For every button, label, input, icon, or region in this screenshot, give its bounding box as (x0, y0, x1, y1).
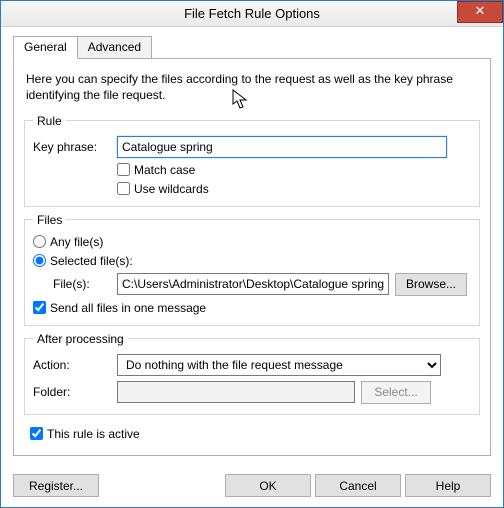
send-all-checkbox[interactable]: Send all files in one message (33, 301, 206, 315)
group-files-legend: Files (33, 213, 66, 227)
help-button[interactable]: Help (405, 474, 491, 497)
any-files-input[interactable] (33, 235, 46, 248)
close-icon: ✕ (475, 3, 486, 19)
ok-button[interactable]: OK (225, 474, 311, 497)
action-select[interactable]: Do nothing with the file request message (117, 354, 441, 376)
selected-files-input[interactable] (33, 254, 46, 267)
action-label: Action: (33, 358, 111, 372)
files-path-input[interactable] (117, 273, 389, 295)
selected-files-radio[interactable]: Selected file(s): (33, 254, 133, 268)
send-all-input[interactable] (33, 301, 46, 314)
rule-active-checkbox[interactable]: This rule is active (30, 427, 140, 441)
browse-button[interactable]: Browse... (395, 273, 467, 296)
button-spacer (103, 474, 221, 497)
key-phrase-label: Key phrase: (33, 140, 111, 154)
rule-active-input[interactable] (30, 427, 43, 440)
files-path-label: File(s): (53, 277, 111, 291)
group-rule: Rule Key phrase: Match case Use wildcard… (24, 114, 480, 207)
cancel-button[interactable]: Cancel (315, 474, 401, 497)
tab-advanced[interactable]: Advanced (77, 36, 152, 59)
match-case-input[interactable] (117, 163, 130, 176)
tab-panel-general: Here you can specify the files according… (13, 58, 491, 456)
any-files-label: Any file(s) (50, 235, 103, 249)
tab-general[interactable]: General (13, 36, 78, 59)
folder-label: Folder: (33, 385, 111, 399)
register-button[interactable]: Register... (13, 474, 99, 497)
group-rule-legend: Rule (33, 114, 66, 128)
match-case-checkbox[interactable]: Match case (117, 163, 195, 177)
selected-files-label: Selected file(s): (50, 254, 133, 268)
send-all-label: Send all files in one message (50, 301, 206, 315)
window-title: File Fetch Rule Options (1, 6, 503, 21)
folder-input (117, 381, 355, 403)
group-files: Files Any file(s) Selected file(s): File… (24, 213, 480, 326)
dialog-window: File Fetch Rule Options ✕ General Advanc… (0, 0, 504, 508)
key-phrase-input[interactable] (117, 136, 447, 158)
button-bar: Register... OK Cancel Help (1, 466, 503, 507)
tabstrip: General Advanced (13, 35, 491, 58)
close-button[interactable]: ✕ (457, 1, 503, 23)
any-files-radio[interactable]: Any file(s) (33, 235, 103, 249)
intro-text: Here you can specify the files according… (26, 71, 480, 103)
content-area: General Advanced Here you can specify th… (1, 27, 503, 466)
select-folder-button: Select... (361, 381, 431, 404)
match-case-label: Match case (134, 163, 195, 177)
rule-active-label: This rule is active (47, 427, 140, 441)
group-after-legend: After processing (33, 332, 128, 346)
titlebar: File Fetch Rule Options ✕ (1, 1, 503, 27)
use-wildcards-checkbox[interactable]: Use wildcards (117, 182, 209, 196)
use-wildcards-input[interactable] (117, 182, 130, 195)
group-after-processing: After processing Action: Do nothing with… (24, 332, 480, 415)
use-wildcards-label: Use wildcards (134, 182, 209, 196)
